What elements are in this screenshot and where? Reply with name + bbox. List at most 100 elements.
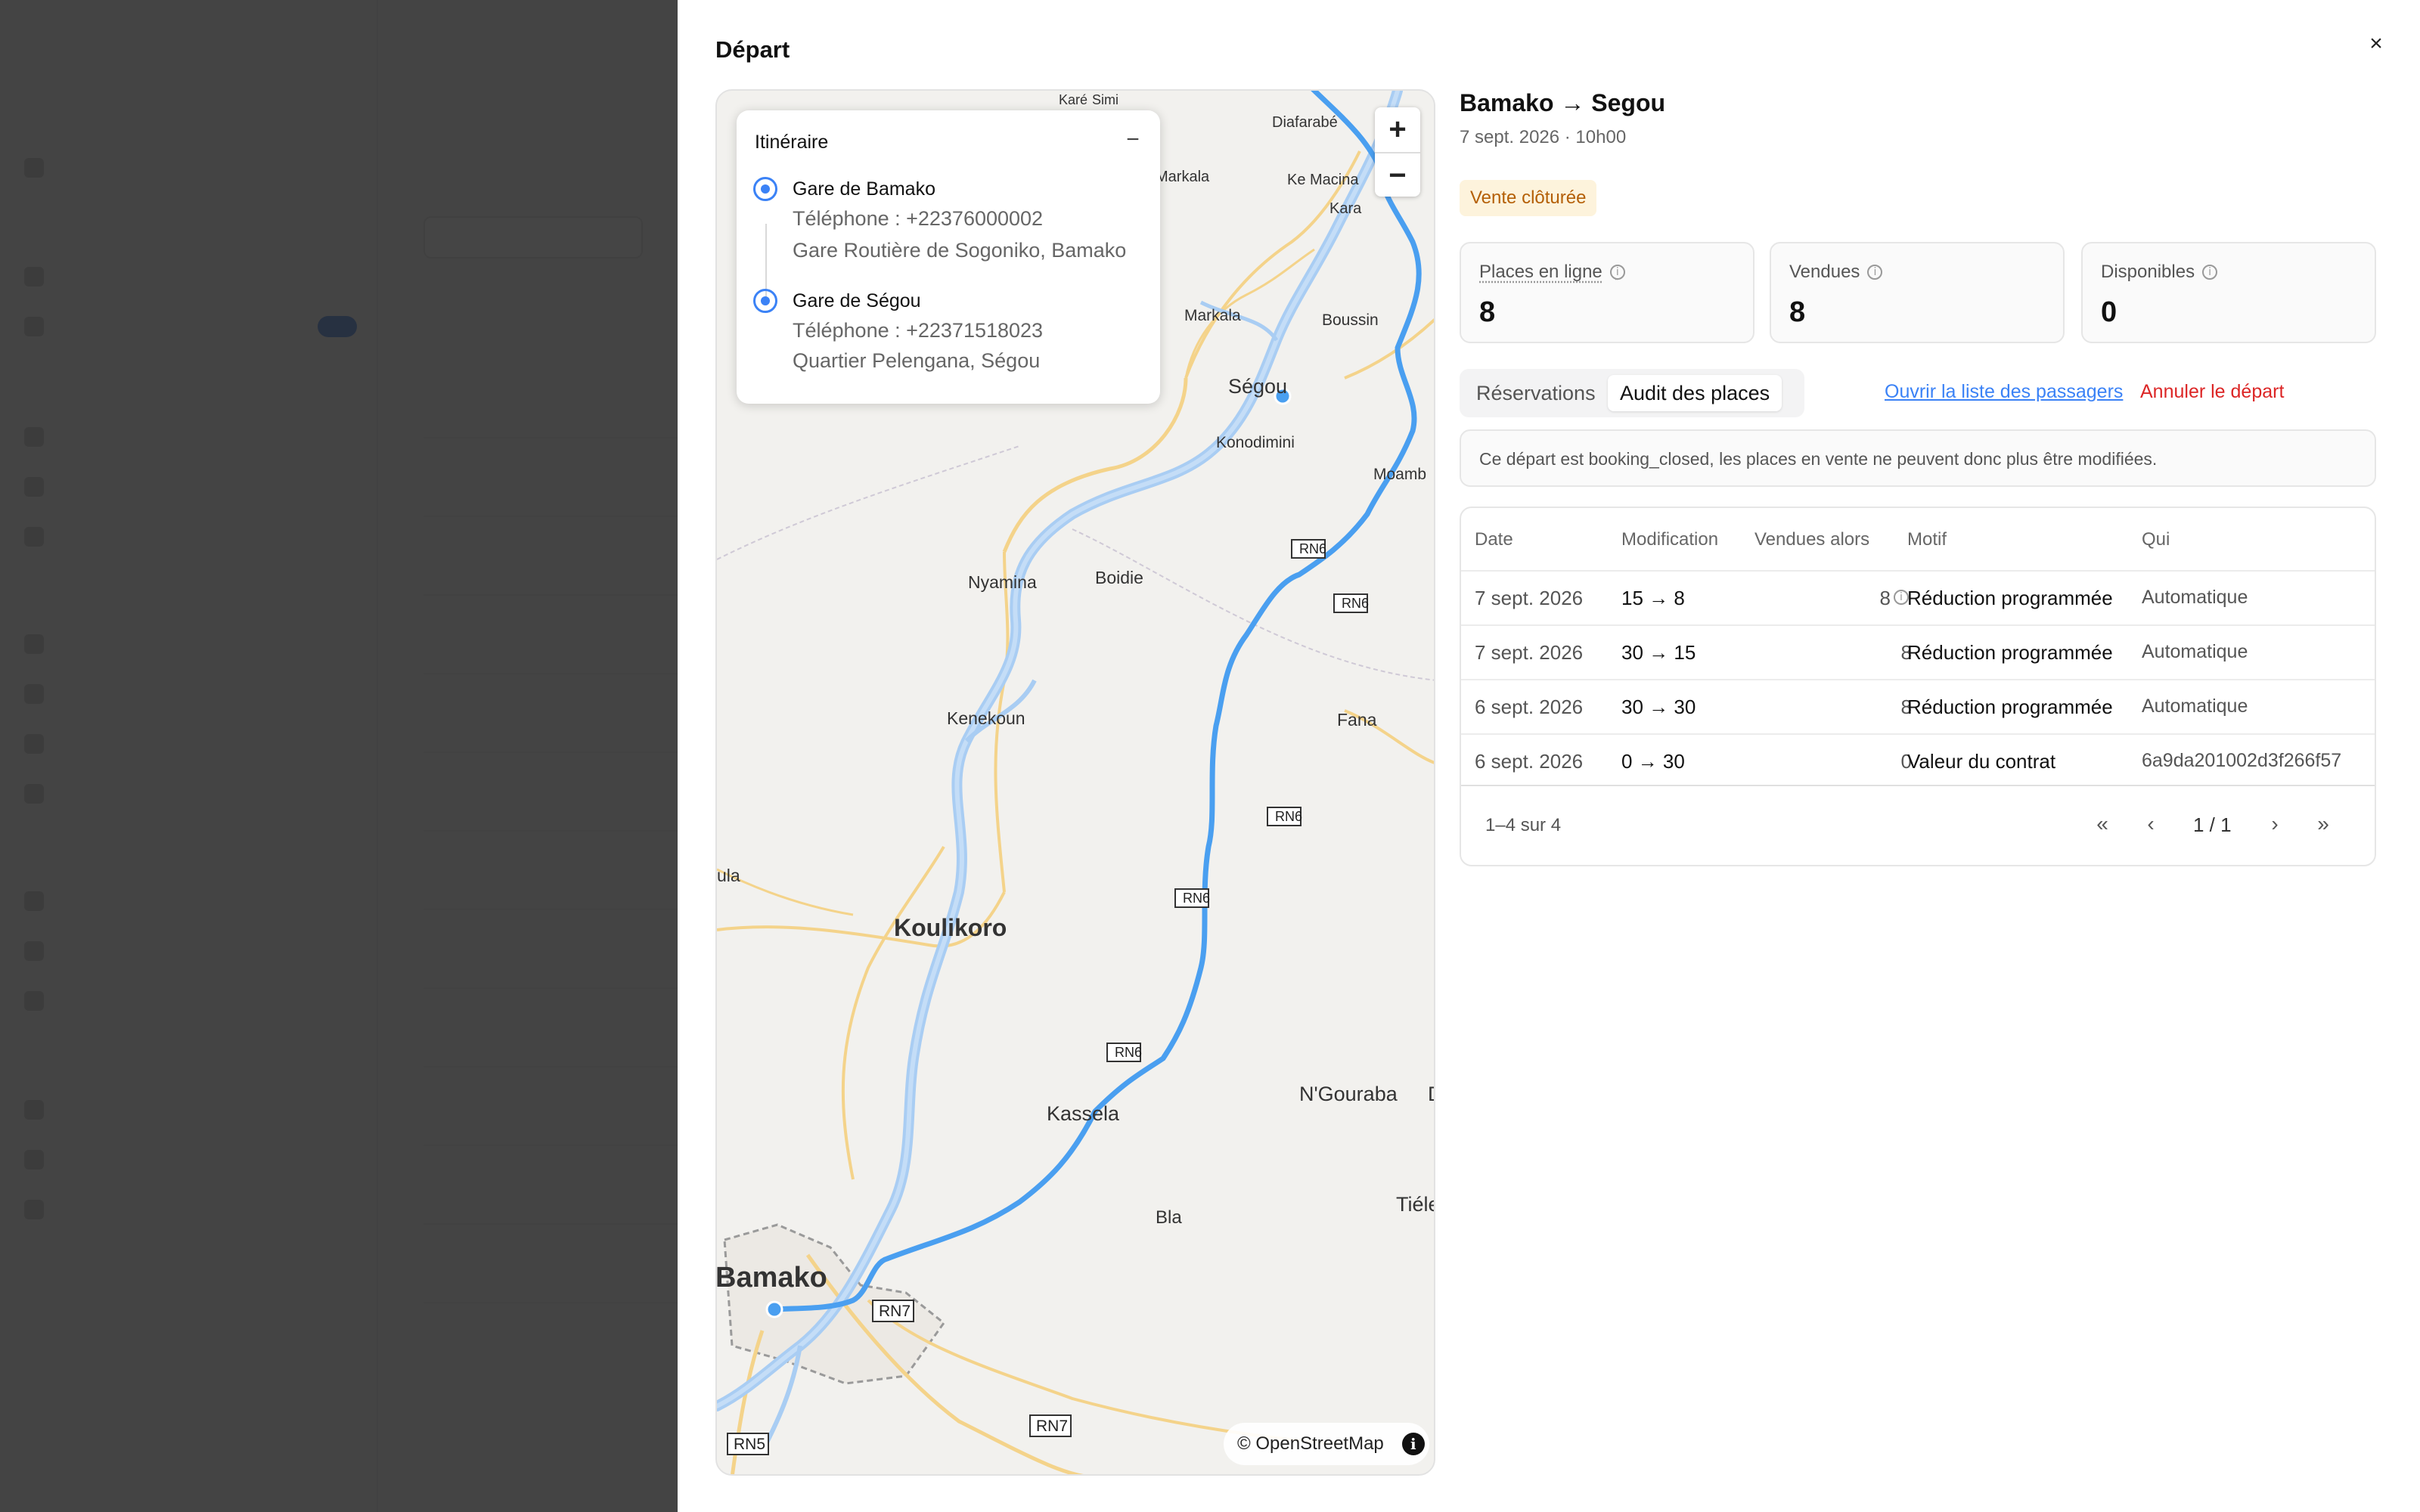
row-sold: 8 xyxy=(1900,696,1912,718)
row-reason: Réduction programmée xyxy=(1907,641,2113,664)
itinerary-title: Itinéraire xyxy=(755,132,829,153)
row-change: 30 → 30 xyxy=(1621,696,1696,718)
road-label-rn6: RN6 xyxy=(1115,1045,1142,1060)
place-label: Fana xyxy=(1337,710,1377,730)
stat-label: Vendues i xyxy=(1789,262,1883,283)
column-header-sold: Vendues alors xyxy=(1754,529,1870,550)
road-label-rn6: RN6 xyxy=(1183,891,1210,906)
stat-label-text: Disponibles xyxy=(2101,262,2195,282)
itinerary-card: Itinéraire − Gare de Bamako Téléphone : … xyxy=(737,110,1160,404)
last-page-icon[interactable]: » xyxy=(2308,809,2338,839)
row-who: Automatique xyxy=(2142,696,2248,717)
tab-seat-audit[interactable]: Audit des places xyxy=(1608,375,1782,411)
row-sold: 8 xyxy=(1879,587,1891,609)
table-row: 6 sept. 2026 0 → 30 0 Valeur du contrat … xyxy=(1461,733,2375,788)
row-who: Automatique xyxy=(2142,587,2248,608)
row-sold: 8 xyxy=(1900,641,1912,664)
road-label-rn6: RN6 xyxy=(1275,809,1302,824)
zoom-in-button[interactable]: + xyxy=(1375,107,1420,152)
info-icon[interactable]: i xyxy=(1894,590,1909,605)
table-row: 7 sept. 2026 15 → 8 8 i Réduction progra… xyxy=(1461,570,2375,624)
tab-reservations[interactable]: Réservations xyxy=(1464,375,1608,411)
row-date: 6 sept. 2026 xyxy=(1475,696,1584,718)
info-icon[interactable]: i xyxy=(1401,1433,1425,1455)
row-reason: Réduction programmée xyxy=(1907,587,2113,609)
row-date: 7 sept. 2026 xyxy=(1475,641,1584,664)
place-label: Nyamina xyxy=(968,572,1037,592)
place-label: ula xyxy=(717,866,740,885)
road-label-rn7: RN7 xyxy=(879,1303,911,1320)
stop-name: Gare de Ségou xyxy=(793,290,921,311)
stat-label-text: Vendues xyxy=(1789,262,1860,282)
table-row: 6 sept. 2026 30 → 30 8 Réduction program… xyxy=(1461,679,2375,733)
pagination-divider xyxy=(1461,785,2375,786)
column-header-reason: Motif xyxy=(1907,529,1947,550)
previous-page-icon[interactable]: ‹ xyxy=(2136,809,2166,839)
place-label: Diafarabé xyxy=(1272,114,1338,131)
seat-audit-table: Date Modification Vendues alors Motif Qu… xyxy=(1460,507,2376,866)
open-passenger-list-link[interactable]: Ouvrir la liste des passagers xyxy=(1885,381,2123,403)
booking-closed-notice: Ce départ est booking_closed, les places… xyxy=(1460,429,2376,487)
route-title: Bamako → Segou xyxy=(1460,89,1666,116)
attribution-text[interactable]: © OpenStreetMap xyxy=(1237,1433,1384,1455)
place-label: Kenekoun xyxy=(947,708,1025,728)
collapse-icon[interactable]: − xyxy=(1124,129,1142,151)
zoom-out-button[interactable]: − xyxy=(1375,152,1420,197)
row-who: Automatique xyxy=(2142,641,2248,662)
place-label: Bla xyxy=(1156,1207,1182,1228)
row-change: 15 → 8 xyxy=(1621,587,1685,609)
stop-phone: Téléphone : +22376000002 xyxy=(793,207,1044,230)
place-label: N'Gouraba xyxy=(1299,1083,1398,1105)
cancel-departure-button[interactable]: Annuler le départ xyxy=(2140,381,2284,403)
stop-address: Gare Routière de Sogoniko, Bamako xyxy=(793,239,1127,262)
pagination-page: 1 / 1 xyxy=(2193,813,2232,836)
info-icon[interactable]: i xyxy=(2202,265,2218,280)
stop-marker-icon xyxy=(753,177,777,201)
zoom-control: + − xyxy=(1375,107,1420,197)
pagination-count: 1–4 sur 4 xyxy=(1485,815,1562,835)
departure-drawer: Départ × RN6 RN6 RN6 RN6 RN6 RN7 RN7 RN5… xyxy=(678,0,2420,1512)
status-badge: Vente clôturée xyxy=(1460,180,1597,216)
road-label-rn5: RN5 xyxy=(734,1436,765,1453)
place-label: Boussin xyxy=(1322,311,1379,329)
place-label: Karé xyxy=(1059,92,1087,107)
place-label: D xyxy=(1428,1083,1435,1105)
row-reason: Réduction programmée xyxy=(1907,696,2113,718)
stat-card-sold: Vendues i 8 xyxy=(1770,242,2065,343)
row-change: 30 → 15 xyxy=(1621,641,1696,664)
info-icon[interactable]: i xyxy=(1609,265,1625,280)
info-icon[interactable]: i xyxy=(1867,265,1883,280)
place-label: Konodimini xyxy=(1216,434,1295,451)
route-map[interactable]: RN6 RN6 RN6 RN6 RN6 RN7 RN7 RN5 Karé Sim… xyxy=(715,89,1435,1476)
column-header-date: Date xyxy=(1475,529,1513,550)
stat-label[interactable]: Places en ligne i xyxy=(1479,262,1625,283)
place-label-koulikoro: Koulikoro xyxy=(894,914,1007,941)
stat-label: Disponibles i xyxy=(2101,262,2218,283)
place-label-segou: Ségou xyxy=(1228,375,1287,398)
row-date: 7 sept. 2026 xyxy=(1475,587,1584,609)
row-who: 6a9da201002d3f266f57 xyxy=(2142,750,2342,771)
place-label: Moamb xyxy=(1373,466,1426,483)
stat-card-available: Disponibles i 0 xyxy=(2081,242,2376,343)
place-label: Markala xyxy=(1156,169,1210,185)
first-page-icon[interactable]: « xyxy=(2087,809,2118,839)
place-label: Simi xyxy=(1092,92,1118,107)
departure-datetime: 7 sept. 2026 · 10h00 xyxy=(1460,127,1627,147)
place-label: Markala xyxy=(1184,307,1241,324)
tab-bar: Réservations Audit des places xyxy=(1460,369,1804,417)
road-label-rn7: RN7 xyxy=(1036,1418,1068,1435)
map-attribution: © OpenStreetMap i xyxy=(1224,1423,1429,1465)
stat-value: 0 xyxy=(2101,296,2118,328)
drawer-title: Départ xyxy=(715,36,790,63)
close-icon[interactable]: × xyxy=(2361,29,2391,59)
stat-value: 8 xyxy=(1479,296,1496,328)
stop-name: Gare de Bamako xyxy=(793,178,935,200)
stop-phone: Téléphone : +22371518023 xyxy=(793,319,1044,342)
stat-value: 8 xyxy=(1789,296,1806,328)
stat-label-text: Places en ligne xyxy=(1479,262,1602,282)
place-label: Boidie xyxy=(1095,568,1143,587)
next-page-icon[interactable]: › xyxy=(2260,809,2290,839)
road-label-rn6: RN6 xyxy=(1342,596,1369,611)
stat-card-online-seats: Places en ligne i 8 xyxy=(1460,242,1754,343)
row-date: 6 sept. 2026 xyxy=(1475,750,1584,773)
